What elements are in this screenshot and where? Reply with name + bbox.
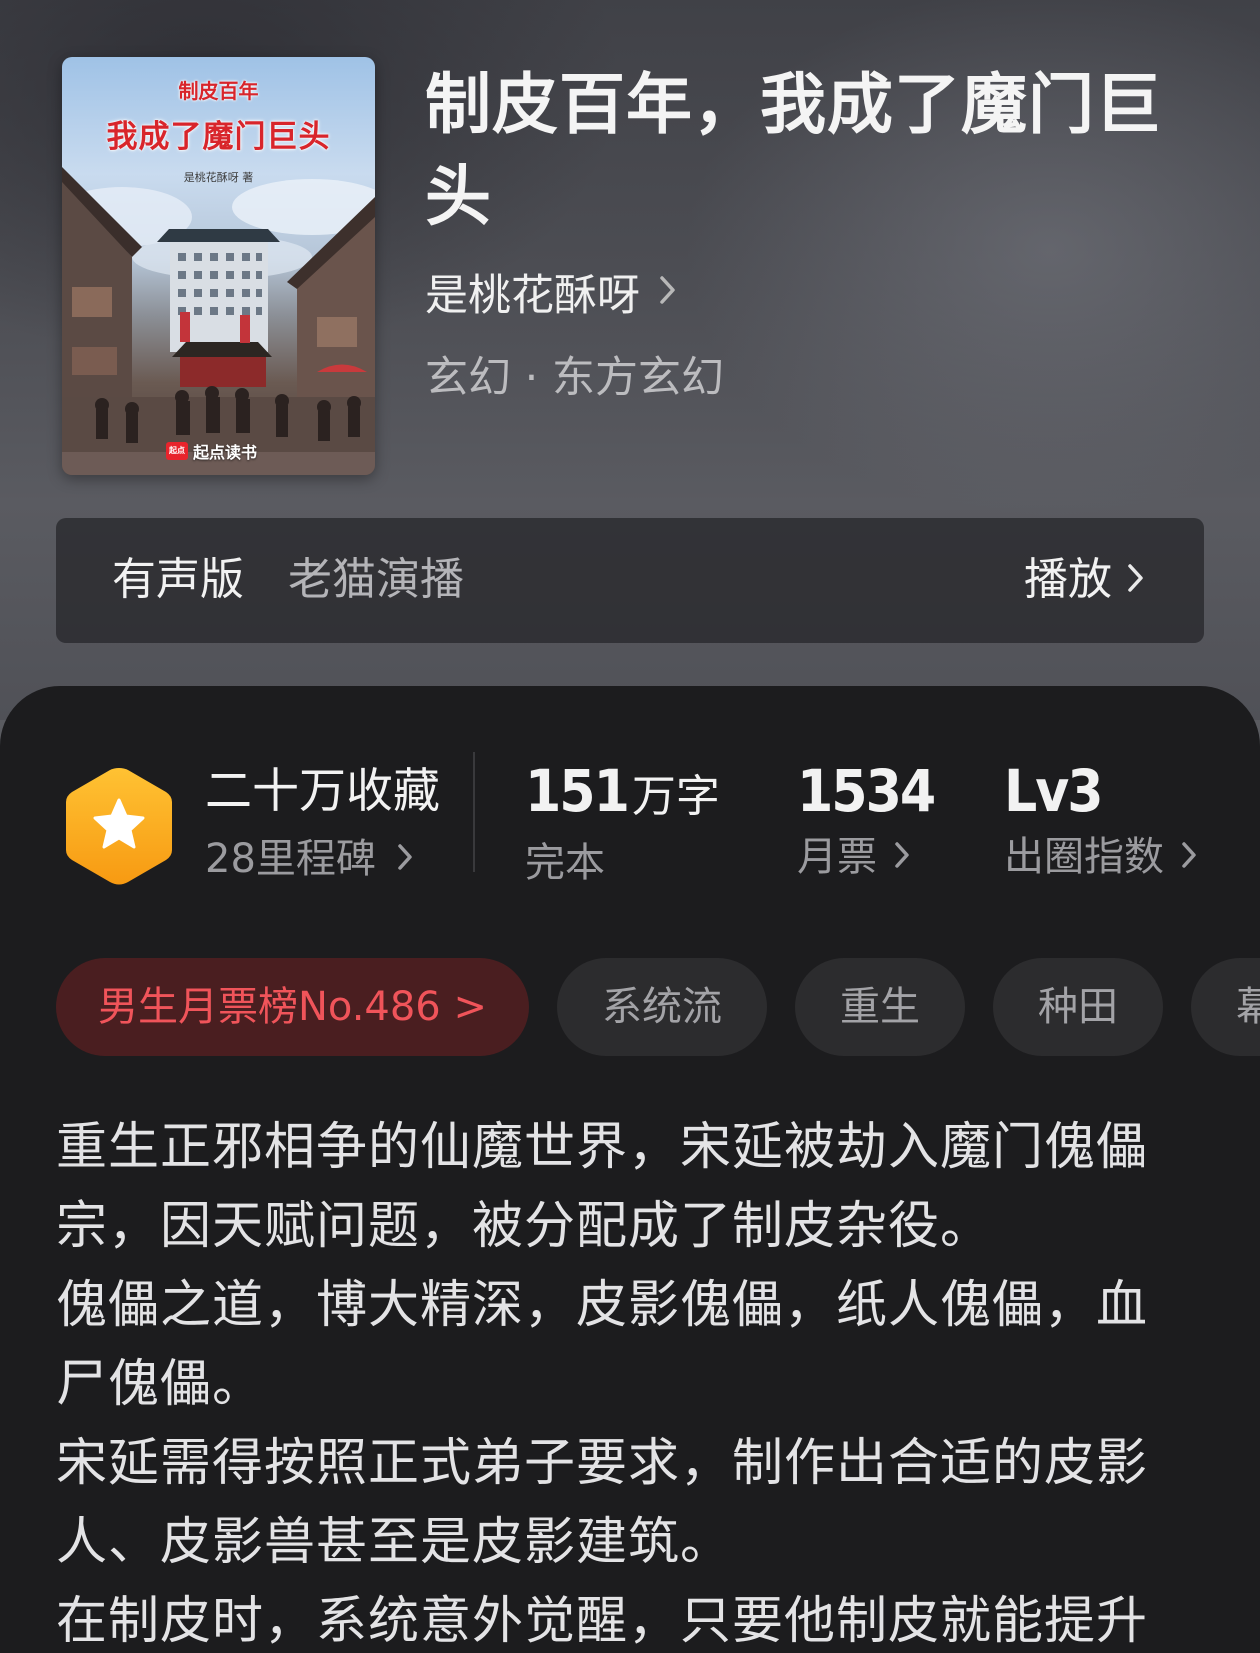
milestone-link[interactable]: 28里程碑 [205, 832, 414, 886]
tag-chip[interactable]: 系统流 [556, 958, 767, 1056]
audiobook-bar[interactable]: 有声版 老猫演播 播放 [56, 518, 1204, 643]
collection-count: 二十万收藏 [205, 764, 440, 819]
star-hexagon-icon[interactable] [62, 764, 176, 888]
word-count-value: 151万字 [525, 757, 720, 825]
stats-divider [473, 752, 475, 872]
chevron-right-icon [893, 830, 911, 884]
synopsis-paragraph: 在制皮时，系统意外觉醒，只要他制皮就能提升 [56, 1592, 1149, 1651]
cover-title-small: 制皮百年 [178, 79, 259, 103]
monthly-votes-stat[interactable]: 1534 月票 [797, 757, 936, 884]
book-title: 制皮百年，我成了魔门巨头 [425, 65, 1162, 235]
popularity-index-stat[interactable]: Lv3 出圈指数 [1004, 758, 1198, 884]
cover-publisher: 起点 起点读书 [166, 439, 257, 463]
author-link[interactable]: 是桃花酥呀 [425, 262, 678, 322]
rank-tag[interactable]: 男生月票榜No.486 > [56, 958, 529, 1056]
synopsis[interactable]: 重生正邪相争的仙魔世界，宋延被劫入魔门傀儡宗，因天赋问题，被分配成了制皮杂役。 … [56, 1108, 1176, 1653]
popularity-index-label: 出圈指数 [1004, 834, 1164, 880]
milestone-label: 28里程碑 [205, 836, 376, 882]
publisher-logo-icon: 起点 [166, 442, 188, 460]
tag-row: 男生月票榜No.486 > 系统流 重生 种田 幕 [56, 958, 1260, 1058]
chevron-right-icon [396, 832, 414, 886]
play-button[interactable]: 播放 [1024, 550, 1146, 610]
chevron-right-icon [1126, 550, 1146, 610]
publisher-name: 起点读书 [193, 443, 258, 462]
tag-chip[interactable]: 种田 [992, 958, 1163, 1056]
synopsis-paragraph: 傀儡之道，博大精深，皮影傀儡，纸人傀儡，血尸傀儡。 [56, 1276, 1149, 1414]
author-name: 是桃花酥呀 [425, 271, 640, 321]
tag-chip[interactable]: 幕 [1190, 958, 1260, 1056]
synopsis-paragraph: 重生正邪相争的仙魔世界，宋延被劫入魔门傀儡宗，因天赋问题，被分配成了制皮杂役。 [56, 1118, 1149, 1256]
audiobook-narrator: 老猫演播 [288, 554, 464, 605]
completion-status: 完本 [525, 840, 605, 886]
book-cover[interactable]: 制皮百年 我成了魔门巨头 是桃花酥呀 著 起点 起点读书 [62, 57, 375, 475]
synopsis-paragraph: 宋延需得按照正式弟子要求，制作出合适的皮影人、皮影兽甚至是皮影建筑。 [56, 1434, 1149, 1572]
genre-label: 玄幻 · 东方玄幻 [425, 353, 725, 403]
monthly-votes-value: 1534 [797, 757, 936, 825]
cover-title-big: 我成了魔门巨头 [106, 119, 331, 155]
word-count-stat: 151万字 完本 [525, 758, 720, 890]
popularity-level-value: Lv3 [1004, 757, 1104, 825]
play-label: 播放 [1024, 554, 1112, 605]
monthly-votes-label: 月票 [797, 834, 877, 880]
chevron-right-icon [1180, 830, 1198, 884]
tag-chip[interactable]: 重生 [794, 958, 965, 1056]
audiobook-label: 有声版 [112, 554, 244, 605]
cover-author: 是桃花酥呀 著 [183, 171, 254, 184]
chevron-right-icon [658, 267, 678, 317]
